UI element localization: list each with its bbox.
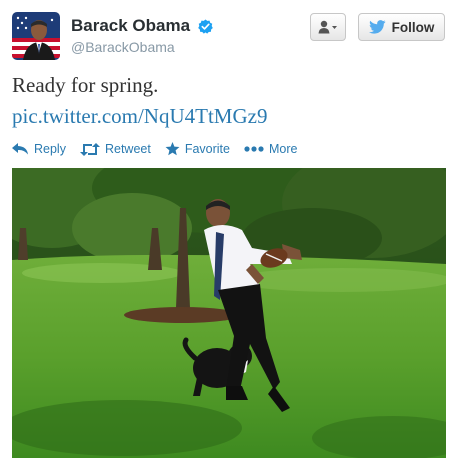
twitter-bird-icon <box>368 20 386 34</box>
verified-badge-icon <box>197 18 213 34</box>
user-names: Barack Obama @BarackObama <box>71 16 213 55</box>
tweet-actions: Reply Retweet Favorite More <box>12 139 311 159</box>
tweet-text: Ready for spring. <box>12 73 159 97</box>
retweet-icon <box>79 142 100 156</box>
photo-image <box>12 168 446 458</box>
avatar-image <box>12 12 60 60</box>
more-label: More <box>268 142 298 156</box>
more-action[interactable]: More <box>244 142 297 156</box>
user-full-name[interactable]: Barack Obama <box>71 16 190 36</box>
favorite-label: Favorite <box>184 142 230 156</box>
star-icon <box>165 142 180 156</box>
retweet-action[interactable]: Retweet <box>79 142 151 156</box>
user-actions-button[interactable] <box>310 13 346 41</box>
user-screen-name[interactable]: @BarackObama <box>71 39 213 55</box>
person-icon <box>318 20 337 34</box>
tweet-photo[interactable] <box>12 168 446 458</box>
tweet-media-link[interactable]: pic.twitter.com/NqU4TtMGz9 <box>12 103 267 130</box>
tweet-header: Barack Obama @BarackObama Follow <box>12 12 445 62</box>
avatar[interactable] <box>12 12 60 60</box>
reply-action[interactable]: Reply <box>12 142 66 156</box>
reply-label: Reply <box>34 142 66 156</box>
follow-button[interactable]: Follow <box>358 13 445 41</box>
follow-button-label: Follow <box>391 19 435 35</box>
more-dots-icon <box>244 146 264 152</box>
tweet-card: Barack Obama @BarackObama Follow Ready f… <box>0 0 457 468</box>
retweet-label: Retweet <box>104 142 151 156</box>
reply-icon <box>12 143 28 155</box>
favorite-action[interactable]: Favorite <box>165 142 230 156</box>
